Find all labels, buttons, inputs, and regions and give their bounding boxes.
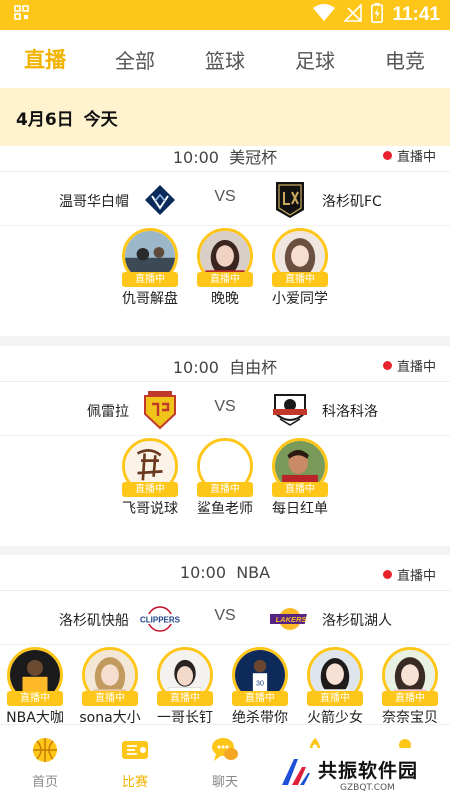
- tab-live[interactable]: 直播: [0, 30, 90, 88]
- date-header: 4月6日 今天: [0, 88, 450, 146]
- match-time: 10:00: [179, 563, 227, 582]
- live-dot: [382, 151, 392, 160]
- match-card[interactable]: 10:00 美冠杯 直播中 温哥华白帽 VS 洛杉矶FC 直播中 仇哥解盘 直播…: [0, 146, 450, 336]
- live-dot: [382, 570, 392, 579]
- match-card[interactable]: 10:00 自由杯 直播中 佩雷拉 VS 科洛科洛 直播中 飞哥说球 直播中 鲨…: [0, 346, 450, 546]
- anchor-list: 直播中 仇哥解盘 直播中 晚晚 直播中 小爱同学: [0, 228, 450, 318]
- league-name: NBA: [236, 563, 271, 582]
- nav-label: 比赛: [121, 775, 148, 790]
- nav-chat[interactable]: 聊天: [180, 725, 270, 800]
- live-indicator: 直播中: [382, 565, 436, 584]
- live-badge: 直播中: [197, 272, 253, 287]
- live-status: 直播中: [396, 569, 436, 584]
- live-badge: 直播中: [272, 272, 328, 287]
- tab-all[interactable]: 全部: [90, 30, 180, 88]
- match-header: 10:00 美冠杯 直播中: [0, 146, 450, 172]
- live-status: 直播中: [396, 360, 436, 375]
- live-badge: 直播中: [197, 482, 253, 497]
- away-team-logo: LAKERS: [270, 599, 310, 639]
- vs-label: VS: [214, 398, 236, 415]
- nav-label: 首页: [31, 775, 58, 790]
- match-card[interactable]: 10:00 NBA 直播中 洛杉矶快船 CLIPPERS VS LAKERS 洛…: [0, 555, 450, 724]
- date-label: 4月6日: [16, 109, 74, 130]
- live-badge: 直播中: [307, 691, 363, 706]
- tab-football[interactable]: 足球: [270, 30, 360, 88]
- match-header: 10:00 自由杯 直播中: [0, 346, 450, 382]
- live-badge: 直播中: [157, 691, 213, 706]
- away-team-name: 洛杉矶湖人: [322, 613, 392, 629]
- match-feed[interactable]: 10:00 美冠杯 直播中 温哥华白帽 VS 洛杉矶FC 直播中 仇哥解盘 直播…: [0, 146, 450, 724]
- teams-row: 佩雷拉 VS 科洛科洛: [0, 384, 450, 436]
- day-label: 今天: [83, 109, 118, 130]
- live-badge: 直播中: [82, 691, 138, 706]
- live-badge: 直播中: [232, 691, 288, 706]
- battery-charging-icon: [371, 3, 384, 27]
- away-team-name: 科洛科洛: [322, 404, 378, 420]
- anchor-list: 直播中 飞哥说球 直播中 鲨鱼老师 直播中 每日红单: [0, 438, 450, 528]
- match-time: 10:00: [172, 148, 219, 167]
- away-team-name: 洛杉矶FC: [322, 194, 382, 210]
- vs-label: VS: [214, 188, 236, 205]
- signal-off-icon: [343, 3, 363, 26]
- anchor-list: 直播中 NBA大咖 直播中 sona大小 直播中 一哥长钉 30 直播中 绝杀带…: [0, 647, 450, 724]
- live-badge: 直播中: [382, 691, 438, 706]
- away-team-logo: [270, 180, 310, 220]
- league-name: 美冠杯: [229, 148, 278, 167]
- wifi-icon: [313, 4, 336, 26]
- chat-icon: [210, 735, 240, 765]
- watermark-logo: [278, 755, 312, 793]
- category-tabs: 直播 全部 篮球 足球 电竞: [0, 30, 450, 88]
- ticket-icon: [120, 735, 150, 765]
- nav-home[interactable]: 首页: [0, 725, 90, 800]
- live-badge: 直播中: [272, 482, 328, 497]
- live-indicator: 直播中: [382, 356, 436, 375]
- tab-esports[interactable]: 电竞: [360, 30, 450, 88]
- anchor-name: 小爱同学: [272, 291, 328, 307]
- basketball-icon: [30, 735, 60, 765]
- match-time: 10:00: [172, 358, 219, 377]
- watermark-title: 共振软件园: [318, 759, 419, 782]
- match-header: 10:00 NBA 直播中: [0, 555, 450, 591]
- anchor-name: 每日红单: [272, 501, 328, 517]
- away-logo-text: LAKERS: [276, 615, 307, 624]
- live-dot: [382, 361, 392, 370]
- watermark-url: GZBQT.COM: [340, 782, 395, 793]
- live-badge: 直播中: [7, 691, 63, 706]
- teams-row: 温哥华白帽 VS 洛杉矶FC: [0, 174, 450, 226]
- teams-row: 洛杉矶快船 CLIPPERS VS LAKERS 洛杉矶湖人: [0, 593, 450, 645]
- tab-basketball[interactable]: 篮球: [180, 30, 270, 88]
- status-time: 11:41: [392, 4, 440, 25]
- nav-label: 聊天: [211, 775, 238, 790]
- live-indicator: 直播中: [382, 146, 436, 165]
- league-name: 自由杯: [229, 358, 278, 377]
- site-watermark: 共振软件园 GZBQT.COM: [270, 748, 450, 800]
- live-badge: 直播中: [122, 272, 178, 287]
- nav-matches[interactable]: 比赛: [90, 725, 180, 800]
- live-status: 直播中: [396, 150, 436, 165]
- svg-text:30: 30: [256, 680, 264, 688]
- anchor-name: 奈奈宝贝: [382, 710, 438, 724]
- notification-icon: [14, 5, 30, 25]
- status-bar: 11:41: [0, 0, 450, 30]
- away-team-logo: [270, 390, 310, 430]
- live-badge: 直播中: [122, 482, 178, 497]
